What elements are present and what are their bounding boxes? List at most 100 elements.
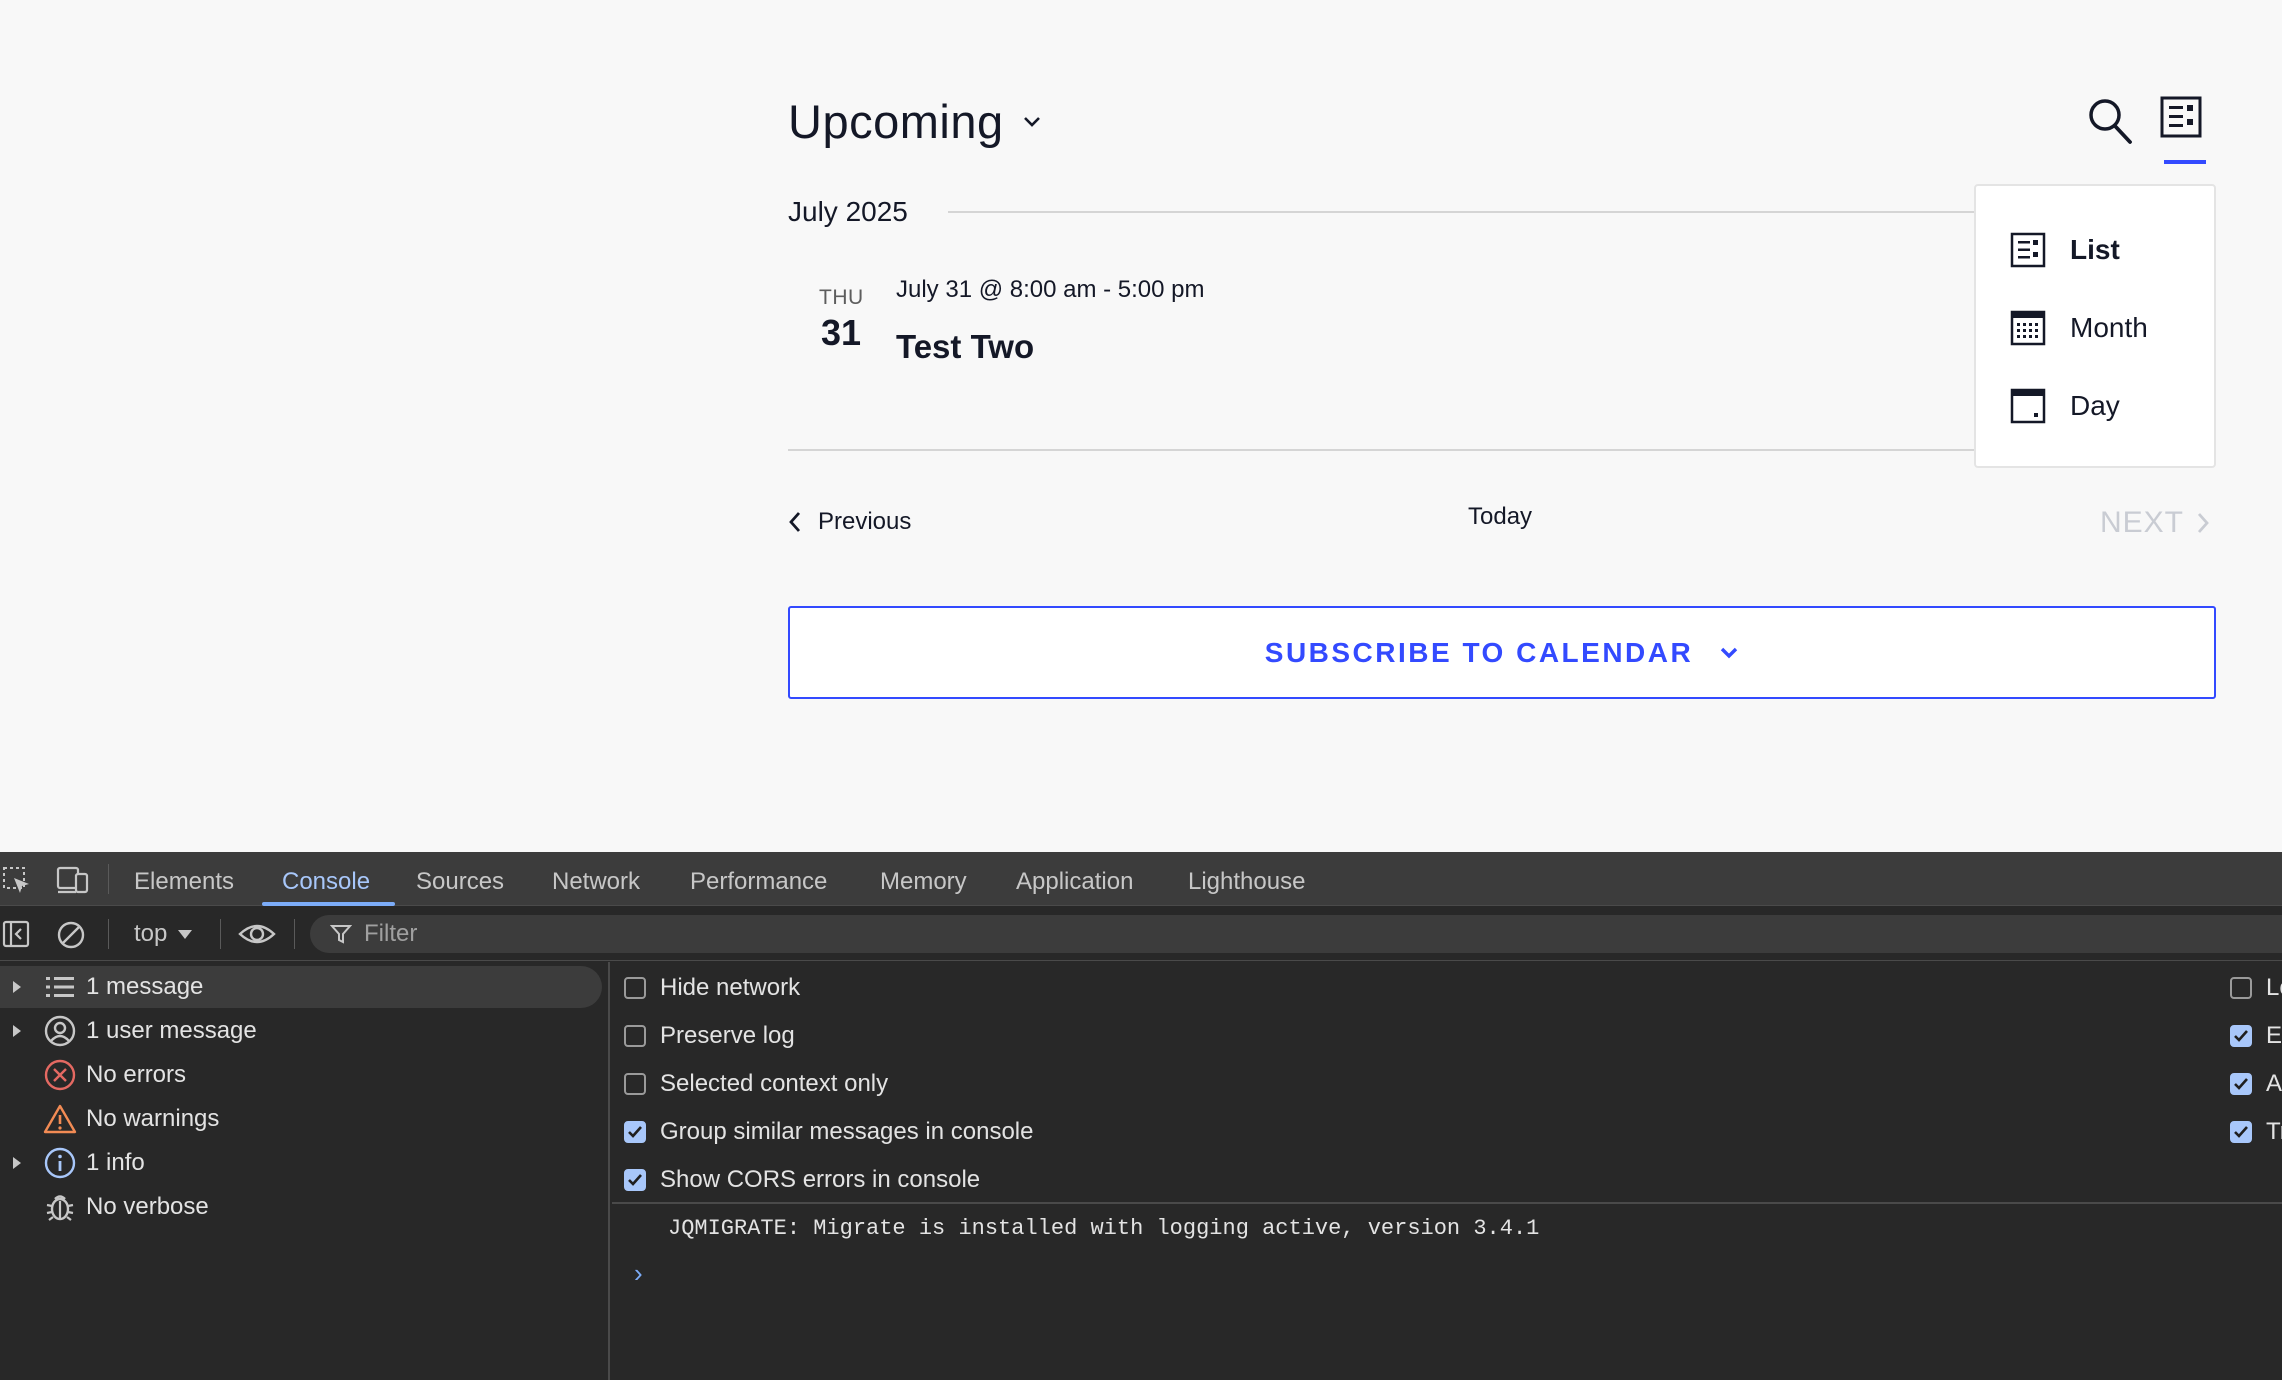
option-label: Selected context only — [660, 1070, 889, 1097]
month-view-icon — [2010, 310, 2046, 346]
option-label: Group similar messages in console — [660, 1118, 1034, 1145]
filter-box — [310, 915, 2282, 953]
option-autocomplete-history[interactable]: A — [2230, 1070, 2282, 1098]
checkbox-checked[interactable] — [2230, 1073, 2252, 1095]
checkbox[interactable] — [624, 1073, 646, 1095]
search-button[interactable] — [2086, 96, 2136, 148]
option-preserve-log[interactable]: Preserve log — [624, 1022, 795, 1050]
event-title-link[interactable]: Test Two — [896, 328, 1034, 366]
next-events-link: NEXT — [2100, 506, 2210, 540]
event-day-of-week: THU — [819, 286, 864, 309]
subscribe-label: SUBSCRIBE TO CALENDAR — [1264, 636, 1694, 668]
info-icon — [34, 1147, 86, 1179]
checkbox[interactable] — [624, 977, 646, 999]
sidebar-item-verbose[interactable]: No verbose — [0, 1186, 602, 1228]
chevron-left-icon — [788, 510, 802, 534]
device-toolbar-icon[interactable] — [56, 866, 90, 894]
sidebar-item-label: No verbose — [86, 1193, 209, 1220]
bug-icon — [34, 1191, 86, 1223]
sidebar-item-label: 1 user message — [86, 1017, 257, 1044]
option-selected-context-only[interactable]: Selected context only — [624, 1070, 888, 1098]
previous-events-link[interactable]: Previous — [788, 508, 911, 536]
today-button[interactable]: Today — [1468, 503, 1532, 531]
sidebar-toggle-icon[interactable] — [2, 920, 30, 948]
sidebar-item-info[interactable]: 1 info — [0, 1142, 602, 1184]
filter-input[interactable] — [364, 920, 964, 948]
sidebar-item-user-messages[interactable]: 1 user message — [0, 1010, 602, 1052]
active-view-underline — [2164, 160, 2206, 164]
sidebar-item-messages[interactable]: 1 message — [0, 966, 602, 1008]
option-eager-evaluation[interactable]: E — [2230, 1022, 2282, 1050]
list-view-icon — [2010, 232, 2046, 268]
checkbox-checked[interactable] — [2230, 1121, 2252, 1143]
event-day-number: 31 — [821, 312, 862, 353]
chevron-down-icon — [1719, 646, 1739, 660]
checkbox-checked[interactable] — [624, 1169, 646, 1191]
event-divider — [788, 449, 1978, 451]
view-dropdown-menu: List Month Day — [1974, 184, 2216, 468]
tab-lighthouse[interactable]: Lighthouse — [1188, 868, 1305, 896]
tab-performance[interactable]: Performance — [690, 868, 827, 896]
checkbox[interactable] — [624, 1025, 646, 1047]
active-tab-underline — [262, 902, 395, 906]
view-option-label: Month — [2070, 312, 2148, 343]
tab-network[interactable]: Network — [552, 868, 640, 896]
option-label: Tr — [2266, 1118, 2282, 1145]
sidebar-item-errors[interactable]: No errors — [0, 1054, 602, 1096]
toolbar-separator — [294, 919, 295, 949]
tab-memory[interactable]: Memory — [880, 868, 967, 896]
search-icon — [2086, 96, 2136, 146]
sidebar-item-warnings[interactable]: No warnings — [0, 1098, 602, 1140]
option-log-xmlhttprequests[interactable]: Lo — [2230, 974, 2282, 1002]
console-toolbar: top — [0, 907, 2282, 961]
expand-arrow-icon — [0, 1024, 34, 1038]
devtools-tab-bar: Elements Console Sources Network Perform… — [0, 852, 2282, 906]
toolbar-separator — [220, 919, 221, 949]
expand-arrow-icon — [0, 1156, 34, 1170]
sidebar-item-label: No warnings — [86, 1105, 220, 1132]
previous-label: Previous — [818, 508, 912, 535]
option-show-cors-errors[interactable]: Show CORS errors in console — [624, 1166, 980, 1194]
view-option-month[interactable]: Month — [2010, 310, 2148, 346]
checkbox[interactable] — [2230, 977, 2252, 999]
option-label: Preserve log — [660, 1022, 795, 1049]
context-selector[interactable]: top — [134, 920, 193, 948]
list-view-icon — [2160, 96, 2208, 138]
view-switcher-button[interactable] — [2160, 96, 2208, 166]
option-hide-network[interactable]: Hide network — [624, 974, 800, 1002]
toolbar-separator — [108, 864, 109, 894]
tab-console[interactable]: Console — [282, 868, 370, 896]
view-option-day[interactable]: Day — [2010, 388, 2120, 424]
filter-icon — [330, 923, 352, 945]
devtools-panel: Elements Console Sources Network Perform… — [0, 852, 2282, 1380]
tab-application[interactable]: Application — [1016, 868, 1133, 896]
option-group-similar[interactable]: Group similar messages in console — [624, 1118, 1034, 1146]
next-label: NEXT — [2100, 506, 2185, 539]
clear-console-icon[interactable] — [56, 920, 86, 950]
view-selector-title[interactable]: Upcoming — [788, 94, 1042, 149]
console-prompt[interactable]: › — [634, 1258, 643, 1289]
tab-sources[interactable]: Sources — [416, 868, 504, 896]
options-divider — [612, 1202, 2282, 1204]
inspect-element-icon[interactable] — [2, 866, 32, 896]
console-main: Hide network Preserve log Selected conte… — [612, 962, 2282, 1380]
view-option-list[interactable]: List — [2010, 232, 2120, 268]
option-label: Hide network — [660, 974, 801, 1001]
subscribe-to-calendar-button[interactable]: SUBSCRIBE TO CALENDAR — [788, 606, 2216, 699]
view-option-label: Day — [2070, 390, 2120, 421]
month-separator-rule — [948, 211, 1978, 213]
checkbox-checked[interactable] — [624, 1121, 646, 1143]
checkbox-checked[interactable] — [2230, 1025, 2252, 1047]
tab-elements[interactable]: Elements — [134, 868, 234, 896]
caret-down-icon — [177, 928, 193, 940]
chevron-down-icon — [1022, 115, 1042, 129]
option-label: E — [2266, 1022, 2282, 1049]
view-option-label: List — [2070, 234, 2120, 265]
option-label: Show CORS errors in console — [660, 1166, 981, 1193]
console-message: JQMIGRATE: Migrate is installed with log… — [668, 1216, 1540, 1241]
option-treat-code-evaluation[interactable]: Tr — [2230, 1118, 2282, 1146]
warning-icon — [34, 1104, 86, 1134]
month-separator-label: July 2025 — [788, 196, 908, 227]
eye-icon[interactable] — [238, 920, 276, 948]
option-label: A — [2266, 1070, 2282, 1097]
